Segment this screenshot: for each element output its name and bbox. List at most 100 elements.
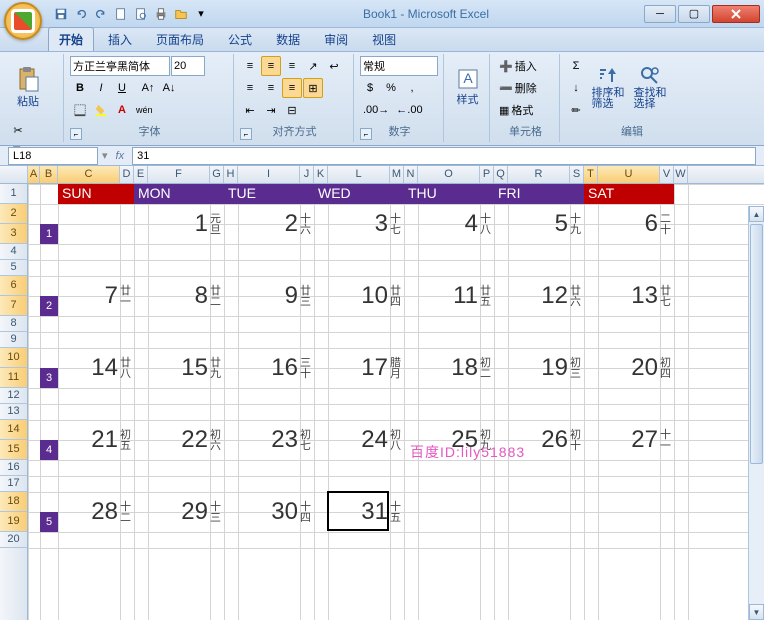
col-header-F[interactable]: F bbox=[148, 166, 210, 183]
calendar-day[interactable]: 19初三 bbox=[508, 348, 584, 388]
col-header-B[interactable]: B bbox=[40, 166, 58, 183]
calendar-day[interactable]: 15廿九 bbox=[148, 348, 224, 388]
borders-icon[interactable] bbox=[70, 100, 90, 120]
undo-icon[interactable] bbox=[72, 5, 90, 23]
qat-dropdown-icon[interactable]: ▾ bbox=[192, 5, 210, 23]
calendar-day[interactable]: 31十五 bbox=[328, 492, 404, 532]
ribbon-tab-视图[interactable]: 视图 bbox=[362, 28, 406, 51]
row-header-19[interactable]: 19 bbox=[0, 512, 27, 532]
row-header-1[interactable]: 1 bbox=[0, 184, 27, 204]
col-header-G[interactable]: G bbox=[210, 166, 224, 183]
calendar-day[interactable]: 30十四 bbox=[238, 492, 314, 532]
calendar-day[interactable]: 1元旦 bbox=[148, 204, 224, 244]
col-header-Q[interactable]: Q bbox=[494, 166, 508, 183]
row-header-14[interactable]: 14 bbox=[0, 420, 27, 440]
scroll-thumb[interactable] bbox=[750, 224, 763, 464]
col-header-O[interactable]: O bbox=[418, 166, 480, 183]
calendar-day[interactable]: 11廿五 bbox=[418, 276, 494, 316]
ribbon-tab-页面布局[interactable]: 页面布局 bbox=[146, 28, 214, 51]
cells-area[interactable]: SUNMONTUEWEDTHUFRISAT123451元旦2十六3十七4十八5十… bbox=[28, 184, 764, 620]
col-header-N[interactable]: N bbox=[404, 166, 418, 183]
find-select-button[interactable]: 查找和 选择 bbox=[630, 56, 670, 118]
col-header-R[interactable]: R bbox=[508, 166, 570, 183]
col-header-S[interactable]: S bbox=[570, 166, 584, 183]
shrink-font-icon[interactable]: A↓ bbox=[159, 78, 179, 98]
redo-icon[interactable] bbox=[92, 5, 110, 23]
italic-button[interactable]: I bbox=[91, 78, 111, 98]
col-header-U[interactable]: U bbox=[598, 166, 660, 183]
grow-font-icon[interactable]: A↑ bbox=[138, 78, 158, 98]
font-color-icon[interactable]: A bbox=[112, 100, 132, 120]
calendar-day[interactable]: 28十二 bbox=[58, 492, 134, 532]
close-button[interactable] bbox=[712, 5, 760, 23]
vertical-scrollbar[interactable]: ▲ ▼ bbox=[748, 206, 764, 620]
row-header-2[interactable]: 2 bbox=[0, 204, 27, 224]
calendar-day[interactable]: 2十六 bbox=[238, 204, 314, 244]
row-header-11[interactable]: 11 bbox=[0, 368, 27, 388]
font-name-input[interactable] bbox=[70, 56, 170, 76]
calendar-day[interactable]: 23初七 bbox=[238, 420, 314, 460]
styles-button[interactable]: A 样式 bbox=[450, 56, 485, 118]
scroll-down-icon[interactable]: ▼ bbox=[749, 604, 764, 620]
col-header-L[interactable]: L bbox=[328, 166, 390, 183]
row-header-12[interactable]: 12 bbox=[0, 388, 27, 404]
calendar-day[interactable]: 27十一 bbox=[598, 420, 674, 460]
row-header-8[interactable]: 8 bbox=[0, 316, 27, 332]
currency-icon[interactable]: $ bbox=[360, 78, 380, 98]
increase-decimal-icon[interactable]: .00→ bbox=[360, 100, 392, 120]
name-box[interactable]: L18 bbox=[8, 147, 98, 165]
row-header-6[interactable]: 6 bbox=[0, 276, 27, 296]
scroll-up-icon[interactable]: ▲ bbox=[749, 206, 764, 222]
paste-button[interactable]: 粘贴 bbox=[8, 56, 48, 118]
calendar-day[interactable]: 12廿六 bbox=[508, 276, 584, 316]
col-header-W[interactable]: W bbox=[674, 166, 688, 183]
calendar-day[interactable]: 17腊月 bbox=[328, 348, 404, 388]
ribbon-tab-开始[interactable]: 开始 bbox=[48, 27, 94, 51]
sort-filter-button[interactable]: 排序和 筛选 bbox=[588, 56, 628, 118]
row-header-7[interactable]: 7 bbox=[0, 296, 27, 316]
fill-icon[interactable]: ↓ bbox=[566, 78, 586, 98]
align-launcher-icon[interactable]: ⌐ bbox=[240, 128, 252, 140]
phonetic-icon[interactable]: wén bbox=[133, 100, 156, 120]
wrap-text-icon[interactable]: ↩ bbox=[324, 56, 344, 76]
cut-icon[interactable]: ✂ bbox=[8, 120, 28, 140]
increase-indent-icon[interactable]: ⇥ bbox=[261, 100, 281, 120]
ribbon-tab-数据[interactable]: 数据 bbox=[266, 28, 310, 51]
ribbon-tab-公式[interactable]: 公式 bbox=[218, 28, 262, 51]
row-header-4[interactable]: 4 bbox=[0, 244, 27, 260]
calendar-day[interactable]: 24初八 bbox=[328, 420, 404, 460]
format-cells-button[interactable]: ▦格式 bbox=[496, 100, 554, 120]
print-preview-icon[interactable] bbox=[132, 5, 150, 23]
row-header-13[interactable]: 13 bbox=[0, 404, 27, 420]
row-header-16[interactable]: 16 bbox=[0, 460, 27, 476]
row-header-9[interactable]: 9 bbox=[0, 332, 27, 348]
calendar-day[interactable]: 14廿八 bbox=[58, 348, 134, 388]
calendar-day[interactable]: 5十九 bbox=[508, 204, 584, 244]
align-left-icon[interactable]: ≡ bbox=[240, 78, 260, 98]
fill-color-icon[interactable] bbox=[91, 100, 111, 120]
calendar-day[interactable]: 7廿一 bbox=[58, 276, 134, 316]
open-icon[interactable] bbox=[172, 5, 190, 23]
office-button[interactable] bbox=[4, 2, 42, 40]
orientation-icon[interactable]: ↗ bbox=[303, 56, 323, 76]
ribbon-tab-插入[interactable]: 插入 bbox=[98, 28, 142, 51]
align-top-icon[interactable]: ≡ bbox=[240, 56, 260, 76]
align-middle-icon[interactable]: ≡ bbox=[261, 56, 281, 76]
calendar-day[interactable]: 13廿七 bbox=[598, 276, 674, 316]
calendar-day[interactable]: 21初五 bbox=[58, 420, 134, 460]
formula-input[interactable] bbox=[132, 147, 756, 165]
calendar-day[interactable]: 20初四 bbox=[598, 348, 674, 388]
col-header-E[interactable]: E bbox=[134, 166, 148, 183]
calendar-day[interactable]: 4十八 bbox=[418, 204, 494, 244]
align-bottom-icon[interactable]: ≡ bbox=[282, 56, 302, 76]
calendar-day[interactable]: 10廿四 bbox=[328, 276, 404, 316]
save-icon[interactable] bbox=[52, 5, 70, 23]
number-launcher-icon[interactable]: ⌐ bbox=[360, 128, 372, 140]
percent-icon[interactable]: % bbox=[381, 78, 401, 98]
number-format-input[interactable] bbox=[360, 56, 438, 76]
calendar-day[interactable]: 3十七 bbox=[328, 204, 404, 244]
calendar-day[interactable]: 22初六 bbox=[148, 420, 224, 460]
ribbon-tab-审阅[interactable]: 审阅 bbox=[314, 28, 358, 51]
bold-button[interactable]: B bbox=[70, 78, 90, 98]
merge-icon[interactable]: ⊟ bbox=[282, 100, 302, 120]
